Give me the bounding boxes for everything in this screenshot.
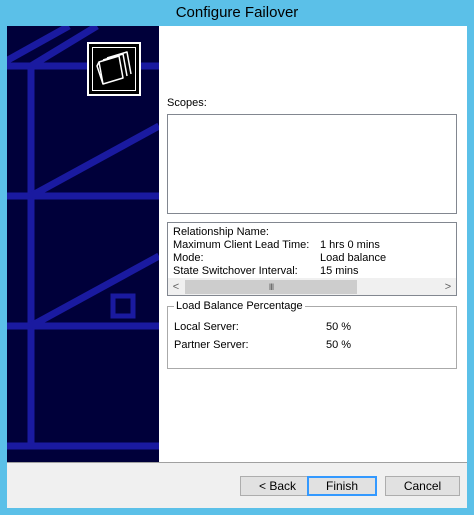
local-server-label: Local Server:: [174, 321, 239, 333]
local-server-value: 50 %: [326, 321, 352, 333]
wizard-content: Scopes: Relationship Name: Maximum Clien…: [159, 26, 467, 462]
scopes-list[interactable]: [167, 114, 457, 214]
scroll-left-icon[interactable]: <: [168, 279, 184, 295]
footer-divider: [7, 462, 467, 463]
dialog-client-area: Scopes: Relationship Name: Maximum Clien…: [7, 26, 467, 508]
scroll-thumb[interactable]: III: [185, 280, 357, 294]
cancel-button[interactable]: Cancel: [385, 476, 460, 496]
relationship-name-label: Relationship Name:: [173, 226, 269, 238]
horizontal-scrollbar[interactable]: < III >: [168, 278, 456, 295]
scroll-right-icon[interactable]: >: [440, 279, 456, 295]
window-title: Configure Failover: [175, 4, 299, 21]
load-balance-title: Load Balance Percentage: [174, 300, 305, 312]
mode-value: Load balance: [320, 252, 387, 264]
load-balance-groupbox: Load Balance Percentage Local Server: 50…: [167, 300, 457, 369]
partner-server-label: Partner Server:: [174, 339, 249, 351]
max-client-lead-time-value: 1 hrs 0 mins: [320, 239, 380, 251]
state-switchover-interval-label: State Switchover Interval:: [173, 265, 298, 277]
folders-icon: [92, 47, 136, 91]
finish-button[interactable]: Finish: [307, 476, 377, 496]
mode-label: Mode:: [173, 252, 204, 264]
relationship-row: Mode: Load balance: [173, 252, 386, 265]
relationship-row: Relationship Name:: [173, 226, 269, 239]
relationship-details-list[interactable]: Relationship Name: Maximum Client Lead T…: [167, 222, 457, 296]
partner-server-value: 50 %: [326, 339, 352, 351]
relationship-row: State Switchover Interval: 15 mins: [173, 265, 359, 278]
wizard-sidebar: [7, 26, 159, 462]
max-client-lead-time-label: Maximum Client Lead Time:: [173, 239, 310, 251]
back-button[interactable]: < Back: [240, 476, 315, 496]
wizard-logo: [87, 42, 141, 96]
relationship-row: Maximum Client Lead Time: 1 hrs 0 mins: [173, 239, 380, 252]
state-switchover-interval-value: 15 mins: [320, 265, 359, 277]
scopes-label: Scopes:: [167, 97, 207, 109]
configure-failover-window: Configure Failover Scopes: Relationship …: [0, 0, 474, 515]
